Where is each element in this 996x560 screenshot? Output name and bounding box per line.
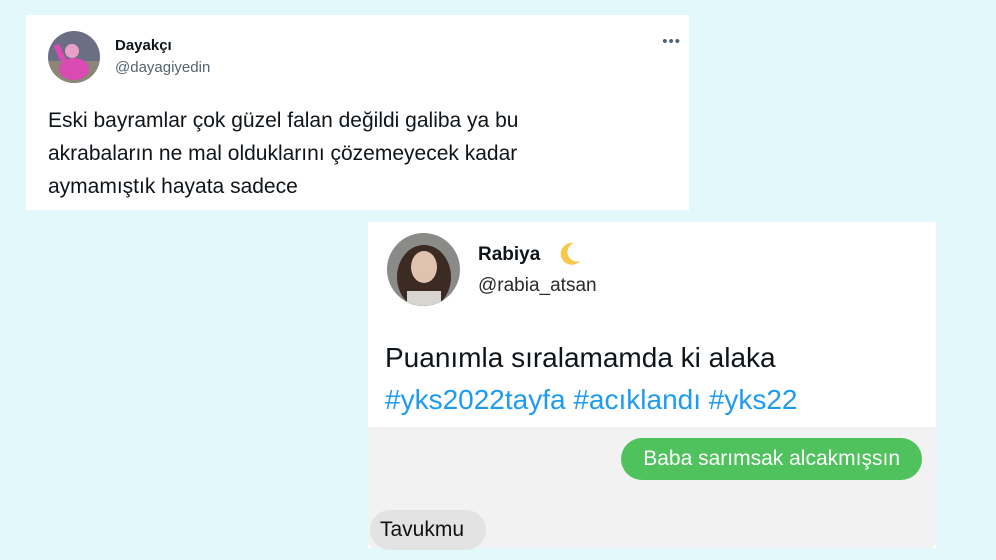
incoming-message-bubble: Tavukmu [370,510,487,550]
tweet-text-line: akrabaların ne mal olduklarını çözemeyec… [48,142,518,165]
tweet-card-dayakci: Dayakçı @dayagiyedin ••• Eski bayramlar … [26,15,689,210]
tweet-card-rabiya: Rabiya @rabia_atsan Puanımla sıralamamda… [368,222,936,550]
hashtag-link[interactable]: #yks2022tayfa [385,384,566,415]
hashtag-link[interactable]: #yks22 [709,384,798,415]
tweet-text-line: aymamıştık hayata sadece [48,175,298,198]
user-handle[interactable]: @dayagiyedin [115,59,210,76]
user-handle[interactable]: @rabia_atsan [478,275,597,297]
hashtag-line: #yks2022tayfa #acıklandı #yks22 [385,379,930,421]
tweet-text: Puanımla sıralamamda ki alaka #yks2022ta… [385,337,930,421]
tweet-text-line: Puanımla sıralamamda ki alaka [385,342,776,373]
outgoing-message-bubble: Baba sarımsak alcakmışsın [621,438,922,480]
more-options-icon[interactable]: ••• [662,33,681,50]
display-name[interactable]: Dayakçı [115,37,172,54]
tweet-text-line: Eski bayramlar çok güzel falan değildi g… [48,109,519,132]
display-name[interactable]: Rabiya [478,244,540,266]
tweet-text: Eski bayramlar çok güzel falan değildi g… [48,104,658,203]
chat-screenshot: Baba sarımsak alcakmışsın Tavukmu [368,427,936,550]
crescent-moon-icon [558,241,582,272]
avatar[interactable] [387,233,460,306]
hashtag-link[interactable]: #acıklandı [573,384,701,415]
avatar[interactable] [48,31,100,83]
